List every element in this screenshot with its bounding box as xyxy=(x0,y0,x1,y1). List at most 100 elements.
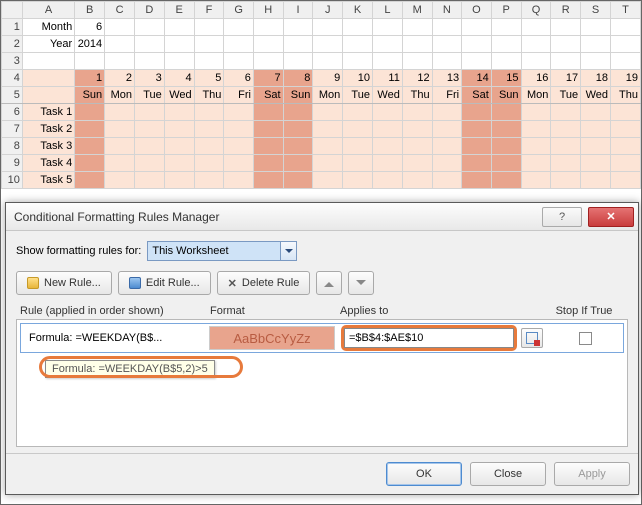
cell[interactable] xyxy=(432,36,462,53)
row-header[interactable]: 7 xyxy=(2,121,23,138)
cell[interactable] xyxy=(135,104,165,121)
cell[interactable] xyxy=(224,53,254,70)
row-header[interactable]: 10 xyxy=(2,172,23,189)
column-header[interactable]: M xyxy=(402,2,432,19)
select-all-corner[interactable] xyxy=(2,2,23,19)
cell[interactable] xyxy=(372,104,402,121)
cell[interactable] xyxy=(164,53,194,70)
cell[interactable] xyxy=(491,155,521,172)
cell[interactable]: 2 xyxy=(105,70,135,87)
cell[interactable] xyxy=(164,36,194,53)
cell[interactable]: Fri xyxy=(224,87,254,104)
cell[interactable]: Sun xyxy=(75,87,105,104)
cell[interactable] xyxy=(462,36,492,53)
cell[interactable] xyxy=(283,138,313,155)
cell[interactable] xyxy=(551,19,581,36)
row-header[interactable]: 2 xyxy=(2,36,23,53)
cell[interactable] xyxy=(105,155,135,172)
cell[interactable] xyxy=(521,104,551,121)
cell[interactable] xyxy=(164,172,194,189)
cell[interactable]: 6 xyxy=(75,19,105,36)
column-header[interactable]: F xyxy=(194,2,224,19)
cell[interactable] xyxy=(164,104,194,121)
cell[interactable]: Wed xyxy=(372,87,402,104)
cell[interactable] xyxy=(194,53,224,70)
cell[interactable]: Year xyxy=(22,36,74,53)
column-header[interactable]: E xyxy=(164,2,194,19)
cell[interactable]: 19 xyxy=(611,70,641,87)
column-header[interactable]: A xyxy=(22,2,74,19)
window-close-button[interactable]: ✕ xyxy=(588,207,634,227)
cell[interactable] xyxy=(164,121,194,138)
cell[interactable] xyxy=(313,155,343,172)
cell[interactable] xyxy=(372,138,402,155)
dialog-titlebar[interactable]: Conditional Formatting Rules Manager ? ✕ xyxy=(6,203,638,231)
cell[interactable] xyxy=(462,53,492,70)
column-header[interactable]: L xyxy=(372,2,402,19)
cell[interactable] xyxy=(611,104,641,121)
column-header[interactable]: G xyxy=(224,2,254,19)
column-header[interactable]: N xyxy=(432,2,462,19)
cell[interactable] xyxy=(194,138,224,155)
cell[interactable]: 12 xyxy=(402,70,432,87)
cell[interactable] xyxy=(22,70,74,87)
cell[interactable] xyxy=(313,172,343,189)
cell[interactable] xyxy=(372,121,402,138)
rule-row[interactable]: Formula: =WEEKDAY(B$... AaBbCcYyZz =$B$4… xyxy=(20,323,624,353)
cell[interactable]: Wed xyxy=(581,87,611,104)
cell[interactable] xyxy=(372,155,402,172)
cell[interactable] xyxy=(224,155,254,172)
cell[interactable] xyxy=(581,53,611,70)
cell[interactable] xyxy=(75,155,105,172)
column-header[interactable]: O xyxy=(462,2,492,19)
cell[interactable] xyxy=(521,155,551,172)
cell[interactable] xyxy=(253,155,283,172)
cell[interactable]: Tue xyxy=(135,87,165,104)
new-rule-button[interactable]: New Rule... xyxy=(16,271,112,295)
cell[interactable] xyxy=(581,121,611,138)
cell[interactable] xyxy=(462,19,492,36)
cell[interactable] xyxy=(75,104,105,121)
cell[interactable] xyxy=(611,121,641,138)
cell[interactable]: 7 xyxy=(253,70,283,87)
cell[interactable] xyxy=(283,104,313,121)
cell[interactable] xyxy=(105,19,135,36)
cell[interactable] xyxy=(611,19,641,36)
cell[interactable] xyxy=(135,155,165,172)
cell[interactable] xyxy=(224,19,254,36)
column-header[interactable]: B xyxy=(75,2,105,19)
cell[interactable] xyxy=(22,53,74,70)
cell[interactable] xyxy=(372,53,402,70)
cell[interactable]: Sat xyxy=(253,87,283,104)
cell[interactable]: 16 xyxy=(521,70,551,87)
cell[interactable] xyxy=(224,104,254,121)
cell[interactable] xyxy=(551,104,581,121)
cell[interactable] xyxy=(432,53,462,70)
close-button[interactable]: Close xyxy=(470,462,546,486)
row-header[interactable]: 1 xyxy=(2,19,23,36)
cell[interactable]: 15 xyxy=(491,70,521,87)
cell[interactable]: Mon xyxy=(313,87,343,104)
cell[interactable] xyxy=(75,53,105,70)
task-cell[interactable]: Task 3 xyxy=(22,138,74,155)
cell[interactable] xyxy=(253,36,283,53)
cell[interactable] xyxy=(135,172,165,189)
cell[interactable] xyxy=(372,172,402,189)
cell[interactable] xyxy=(283,53,313,70)
cell[interactable] xyxy=(462,104,492,121)
cell[interactable]: Sun xyxy=(283,87,313,104)
cell[interactable] xyxy=(491,138,521,155)
cell[interactable] xyxy=(253,138,283,155)
cell[interactable]: Sat xyxy=(462,87,492,104)
cell[interactable] xyxy=(343,36,373,53)
cell[interactable] xyxy=(432,19,462,36)
cell[interactable] xyxy=(224,138,254,155)
cell[interactable] xyxy=(581,138,611,155)
cell[interactable] xyxy=(343,53,373,70)
column-header[interactable]: Q xyxy=(521,2,551,19)
cell[interactable] xyxy=(343,155,373,172)
cell[interactable] xyxy=(135,19,165,36)
worksheet-grid[interactable]: ABCDEFGHIJKLMNOPQRST 1Month62Year2014341… xyxy=(1,1,641,189)
cell[interactable] xyxy=(105,138,135,155)
cell[interactable] xyxy=(253,53,283,70)
